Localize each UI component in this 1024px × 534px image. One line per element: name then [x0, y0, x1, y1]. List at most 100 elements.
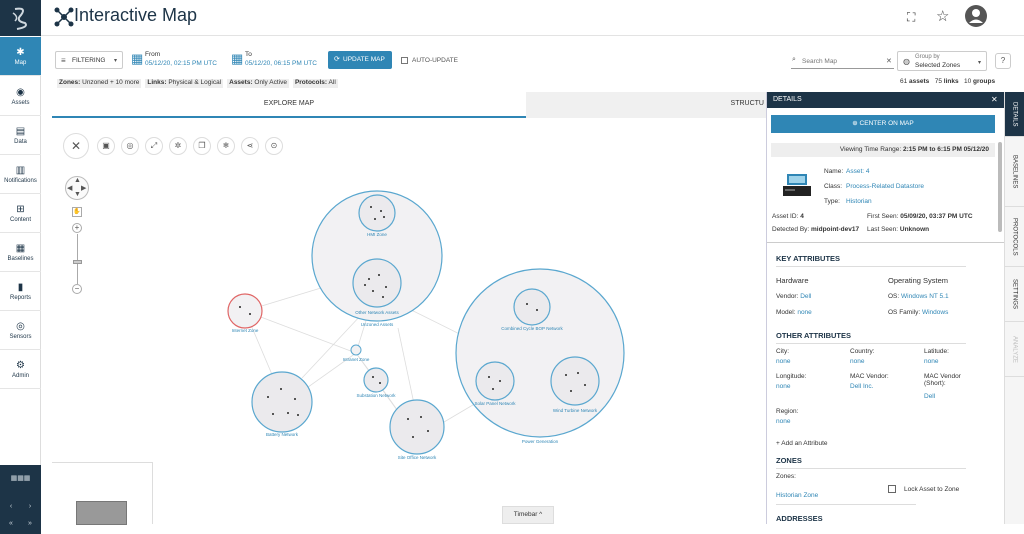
side-tab-protocols[interactable]: PROTOCOLS — [1005, 207, 1024, 267]
chevron-down-icon: ▾ — [978, 60, 982, 66]
nav-bottom-controls: ▦▦▦ ‹ › « » — [0, 465, 41, 534]
side-tab-baselines[interactable]: BASELINES — [1005, 137, 1024, 207]
search-map-input[interactable]: ⌕ Search Map ✕ — [791, 54, 894, 69]
combined-cycle-node — [513, 288, 551, 326]
protocols-filter-chip[interactable]: Protocols: All — [292, 79, 338, 88]
label-other-network-assets: Other Network Assets — [355, 310, 399, 315]
update-map-button[interactable]: ⟳ UPDATE MAP — [328, 51, 392, 69]
label-power-generation: Power Generation — [522, 439, 559, 444]
details-panel: DETAILS ✕ ⊕ CENTER ON MAP Viewing Time R… — [766, 92, 1005, 524]
asset-class-link[interactable]: Process-Related Datastore — [846, 183, 924, 190]
rewind-icon[interactable]: « — [2, 516, 20, 532]
nav-item-admin[interactable]: ⚙ Admin — [0, 350, 41, 389]
next-icon[interactable]: › — [21, 499, 39, 515]
app-logo[interactable] — [0, 0, 41, 36]
nav-item-notifications[interactable]: ▥ Notifications — [0, 155, 41, 194]
map-canvas[interactable]: ✕ ▣ ◎ ⤢ ✲ ❐ ❄ ⋖ ⊙ ▲ ▼ ◀ ▶ ✋ + − HMI Zone… — [52, 118, 766, 525]
content-icon: ⊞ — [16, 203, 25, 215]
auto-update-checkbox[interactable] — [401, 57, 408, 64]
map-counts: 61 assets 75 links 10 groups — [900, 78, 996, 85]
notifications-icon: ▥ — [15, 164, 26, 176]
logo-icon — [12, 7, 27, 30]
clear-search-icon[interactable]: ✕ — [886, 57, 892, 65]
other-network-assets-node — [352, 258, 402, 308]
label-intranet-zone: Intranet Zone — [343, 357, 370, 362]
app-header: Interactive Map ⛶ ☆ — [41, 0, 1024, 36]
zone-value-link[interactable]: Historian Zone — [776, 492, 818, 499]
timebar-toggle[interactable]: Timebar ^ — [502, 506, 554, 524]
map-icon: ✱ — [16, 46, 25, 58]
side-tab-analyze[interactable]: ANALYZE — [1005, 322, 1024, 377]
lock-zone-checkbox[interactable] — [888, 485, 896, 493]
side-tabs: DETAILS BASELINES PROTOCOLS SETTINGS ANA… — [1004, 92, 1024, 524]
label-wind-turbine-network: Wind Turbine Network — [553, 408, 598, 413]
nav-item-assets[interactable]: ◉ Assets — [0, 77, 41, 116]
substation-network-node — [363, 367, 389, 393]
from-date-value[interactable]: 05/12/20, 02:15 PM UTC — [145, 60, 217, 67]
network-graph[interactable]: HMI Zone Other Network Assets Unzoned As… — [52, 118, 766, 524]
fullscreen-icon[interactable]: ⛶ — [907, 10, 915, 25]
center-on-map-button[interactable]: ⊕ CENTER ON MAP — [771, 115, 995, 133]
nav-item-reports[interactable]: ▮ Reports — [0, 272, 41, 311]
data-icon: ▤ — [15, 125, 26, 137]
baselines-icon: ▦ — [15, 242, 26, 254]
filter-list-icon: ≡ — [61, 56, 66, 65]
side-tab-details[interactable]: DETAILS — [1005, 92, 1024, 137]
solar-panel-network-node — [475, 361, 515, 401]
historian-server-icon — [783, 174, 811, 196]
nav-item-sensors[interactable]: ◎ Sensors — [0, 311, 41, 350]
to-date-value[interactable]: 05/12/20, 06:15 PM UTC — [245, 60, 317, 67]
fast-forward-icon[interactable]: » — [21, 516, 39, 532]
interactive-map-icon — [54, 7, 74, 27]
search-icon: ⌕ — [792, 56, 796, 63]
nav-item-baselines[interactable]: ▦ Baselines — [0, 233, 41, 272]
keyboard-icon[interactable]: ▦▦▦ — [4, 471, 37, 487]
asset-name-link[interactable]: Asset: 4 — [846, 168, 869, 175]
minimap[interactable] — [52, 462, 153, 525]
chevron-down-icon: ▾ — [114, 58, 118, 64]
crosshair-icon: ⊕ — [852, 120, 858, 127]
label-combined-cycle: Combined Cycle BOP Network — [501, 326, 563, 331]
user-avatar[interactable] — [965, 5, 987, 27]
side-tab-settings[interactable]: SETTINGS — [1005, 267, 1024, 322]
favorite-star-icon[interactable]: ☆ — [936, 7, 949, 25]
filtering-button[interactable]: ≡ FILTERING ▾ — [55, 51, 123, 69]
calendar-from-icon[interactable]: ▦ — [131, 51, 143, 67]
tab-explore-map[interactable]: EXPLORE MAP — [52, 92, 526, 118]
assets-icon: ◉ — [16, 86, 25, 98]
label-hmi-zone: HMI Zone — [367, 232, 387, 237]
site-office-network-node — [389, 399, 445, 455]
page-title: Interactive Map — [74, 5, 198, 25]
group-by-select[interactable]: ◍ Group by Selected Zones ▾ — [897, 51, 987, 71]
label-unzoned-assets: Unzoned Assets — [361, 322, 394, 327]
help-icon[interactable]: ? — [995, 53, 1011, 69]
intranet-zone-node — [350, 344, 362, 356]
prev-icon[interactable]: ‹ — [2, 499, 20, 515]
viewing-time-range: Viewing Time Range: 2:15 PM to 6:15 PM 0… — [771, 143, 995, 157]
internet-zone-node — [227, 293, 263, 329]
close-details-icon[interactable]: ✕ — [991, 92, 998, 108]
details-scrollbar[interactable] — [998, 142, 1002, 232]
nav-item-data[interactable]: ▤ Data — [0, 116, 41, 155]
label-substation-network: Substation Network — [356, 393, 396, 398]
asset-type-link[interactable]: Historian — [846, 198, 872, 205]
sensors-icon: ◎ — [16, 320, 25, 332]
label-solar-panel-network: Solar Panel Network — [474, 401, 516, 406]
user-icon — [969, 9, 983, 23]
tab-structure[interactable]: STRUCTU — [526, 92, 766, 118]
nav-item-map[interactable]: ✱ Map — [0, 37, 41, 76]
hmi-zone-node — [358, 194, 396, 232]
add-attribute-button[interactable]: + Add an Attribute — [776, 440, 828, 447]
calendar-to-icon[interactable]: ▦ — [231, 51, 243, 67]
details-header: DETAILS ✕ — [767, 92, 1005, 108]
links-filter-chip[interactable]: Links: Physical & Logical — [145, 79, 224, 88]
assets-filter-chip[interactable]: Assets: Only Active — [227, 79, 289, 88]
zones-filter-chip[interactable]: Zones: Unzoned + 10 more — [57, 79, 142, 88]
reports-icon: ▮ — [17, 281, 24, 293]
globe-icon: ◍ — [903, 57, 910, 66]
minimap-viewport[interactable] — [76, 501, 127, 525]
label-internet-zone: Internet Zone — [232, 328, 259, 333]
wind-turbine-network-node — [550, 356, 600, 406]
label-battery-network: Battery Network — [266, 432, 299, 437]
nav-item-content[interactable]: ⊞ Content — [0, 194, 41, 233]
